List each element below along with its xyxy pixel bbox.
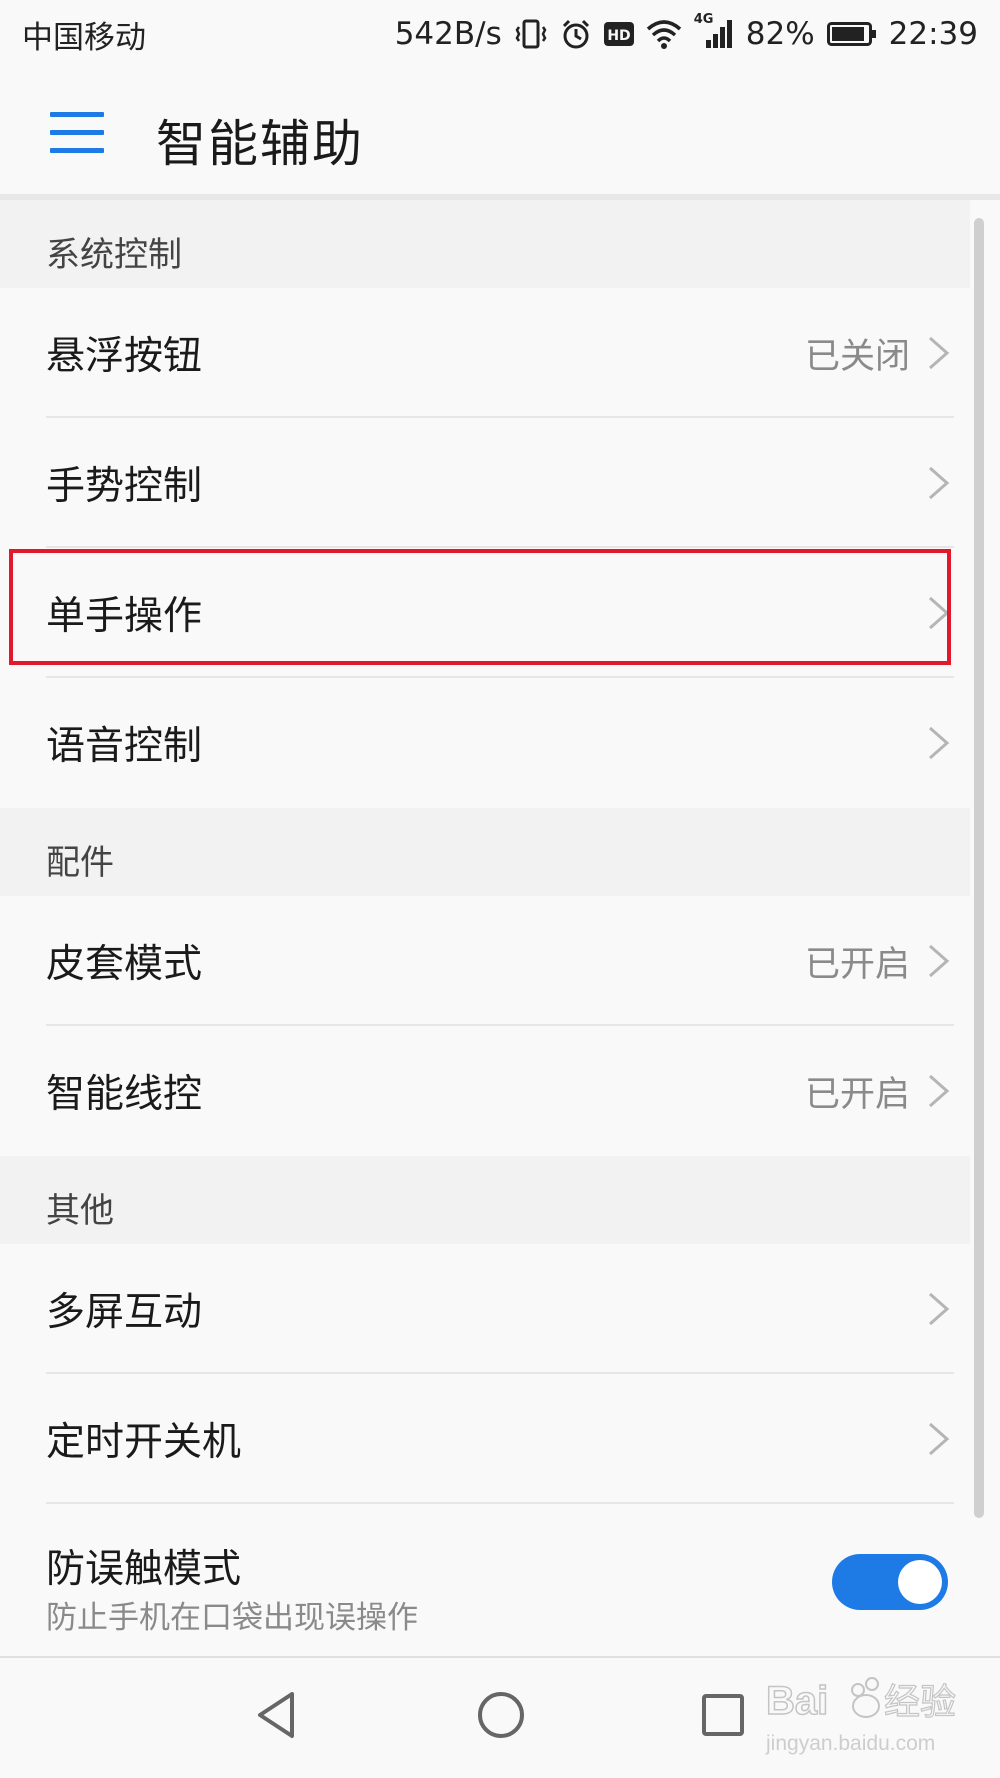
recents-icon[interactable] [700,1690,746,1740]
chevron-right-icon [929,1292,950,1326]
signal-icon: 4G [694,12,734,50]
list-item-value: 已开启 [804,944,910,985]
list-item-label: 单手操作 [46,594,203,639]
status-bar: 中国移动 542B/s HD 4G 82% 22:39 [0,0,1000,68]
accidental-touch-toggle[interactable] [832,1554,948,1610]
section-header-other: 其他 [0,1156,970,1244]
svg-text:HD: HD [607,28,630,44]
carrier-name: 中国移动 [22,19,146,56]
list-item-value: 已开启 [804,1074,910,1115]
chevron-right-icon [929,944,950,978]
list-item-label: 智能线控 [46,1072,203,1117]
list-item-label: 手势控制 [46,464,203,509]
battery-percent: 82% [745,16,815,52]
settings-list: 系统控制 悬浮按钮 已关闭 手势控制 单手操作 语音控制 配件 皮套模式 已开启… [0,200,970,1660]
list-item-floating-button[interactable]: 悬浮按钮 已关闭 [0,288,970,418]
list-item-voice-control[interactable]: 语音控制 [0,678,970,808]
section-header-system-control: 系统控制 [0,200,970,288]
svg-text:经验: 经验 [884,1682,956,1723]
watermark-url: jingyan.baidu.com [766,1732,936,1755]
list-item-gesture-control[interactable]: 手势控制 [0,418,970,548]
list-item-sublabel: 防止手机在口袋出现误操作 [46,1600,418,1636]
scrollbar[interactable] [974,218,984,1518]
wifi-icon [646,19,682,49]
home-icon[interactable] [476,1690,526,1740]
list-item-scheduled-power[interactable]: 定时开关机 [0,1374,970,1504]
hd-icon: HD [603,20,634,48]
section-header-accessories: 配件 [0,808,970,896]
list-item-cover-mode[interactable]: 皮套模式 已开启 [0,896,970,1026]
baidu-watermark: Bai 经验 jingyan.baidu.com [765,1668,957,1768]
list-item-smart-remote[interactable]: 智能线控 已开启 [0,1026,970,1156]
page-title: 智能辅助 [156,115,364,173]
chevron-right-icon [929,1074,950,1108]
list-item-label: 多屏互动 [46,1290,203,1335]
list-item-label: 皮套模式 [46,942,203,987]
clock: 22:39 [888,16,978,52]
list-item-one-handed-mode[interactable]: 单手操作 [0,548,970,678]
network-speed: 542B/s [394,16,502,52]
list-item-label: 定时开关机 [46,1420,242,1465]
list-item-multi-screen[interactable]: 多屏互动 [0,1244,970,1374]
chevron-right-icon [929,596,950,630]
chevron-right-icon [929,466,950,500]
network-type-label: 4G [693,12,714,27]
list-item-accidental-touch[interactable]: 防误触模式 防止手机在口袋出现误操作 [0,1504,970,1660]
alarm-icon [560,18,592,50]
app-bar: 智能辅助 [0,68,1000,196]
battery-icon [826,20,877,48]
back-icon[interactable] [254,1690,300,1740]
list-item-label: 防误触模式 [46,1547,242,1592]
list-item-label: 悬浮按钮 [46,334,203,379]
chevron-right-icon [929,726,950,760]
chevron-right-icon [929,336,950,370]
chevron-right-icon [929,1422,950,1456]
baidu-logo-icon: Bai 经验 [765,1677,957,1724]
menu-icon[interactable] [50,112,104,154]
svg-text:Bai: Bai [766,1679,828,1723]
list-item-value: 已关闭 [804,336,910,377]
list-item-label: 语音控制 [46,724,203,769]
vibrate-icon [514,17,548,51]
toggle-knob [898,1560,942,1604]
